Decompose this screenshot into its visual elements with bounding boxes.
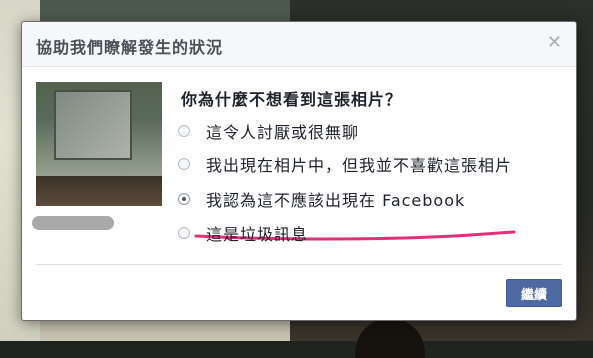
photo-audience — [36, 176, 162, 206]
option-label: 這令人討厭或很無聊 — [206, 123, 360, 142]
option-spam[interactable]: 這是垃圾訊息 — [178, 222, 308, 244]
dialog-header: 協助我們瞭解發生的狀況 ✕ — [22, 22, 576, 67]
radio-button[interactable] — [178, 125, 190, 137]
blurred-name — [32, 216, 114, 230]
close-icon[interactable]: ✕ — [547, 34, 562, 52]
photo-projection-screen — [54, 90, 132, 160]
radio-button-selected[interactable] — [178, 193, 190, 205]
option-label: 這是垃圾訊息 — [206, 225, 309, 244]
radio-button[interactable] — [178, 158, 190, 170]
option-dont-like-photo[interactable]: 我出現在相片中，但我並不喜歡這張相片 — [178, 153, 512, 175]
radio-button[interactable] — [178, 227, 190, 239]
option-not-on-facebook[interactable]: 我認為這不應該出現在 Facebook — [178, 188, 465, 210]
option-label: 我出現在相片中，但我並不喜歡這張相片 — [206, 156, 513, 175]
background-glyph — [0, 78, 22, 118]
feedback-dialog: 協助我們瞭解發生的狀況 ✕ 你為什麼不想看到這張相片？ 這令人討厭或很無聊 我出… — [21, 21, 577, 321]
photo-thumbnail — [36, 82, 162, 206]
continue-button[interactable]: 繼續 — [506, 279, 562, 307]
option-label: 我認為這不應該出現在 Facebook — [206, 191, 466, 210]
question-heading: 你為什麼不想看到這張相片？ — [181, 90, 403, 109]
dialog-title: 協助我們瞭解發生的狀況 — [36, 38, 224, 57]
option-annoying[interactable]: 這令人討厭或很無聊 — [178, 120, 359, 142]
footer-divider — [36, 264, 562, 265]
